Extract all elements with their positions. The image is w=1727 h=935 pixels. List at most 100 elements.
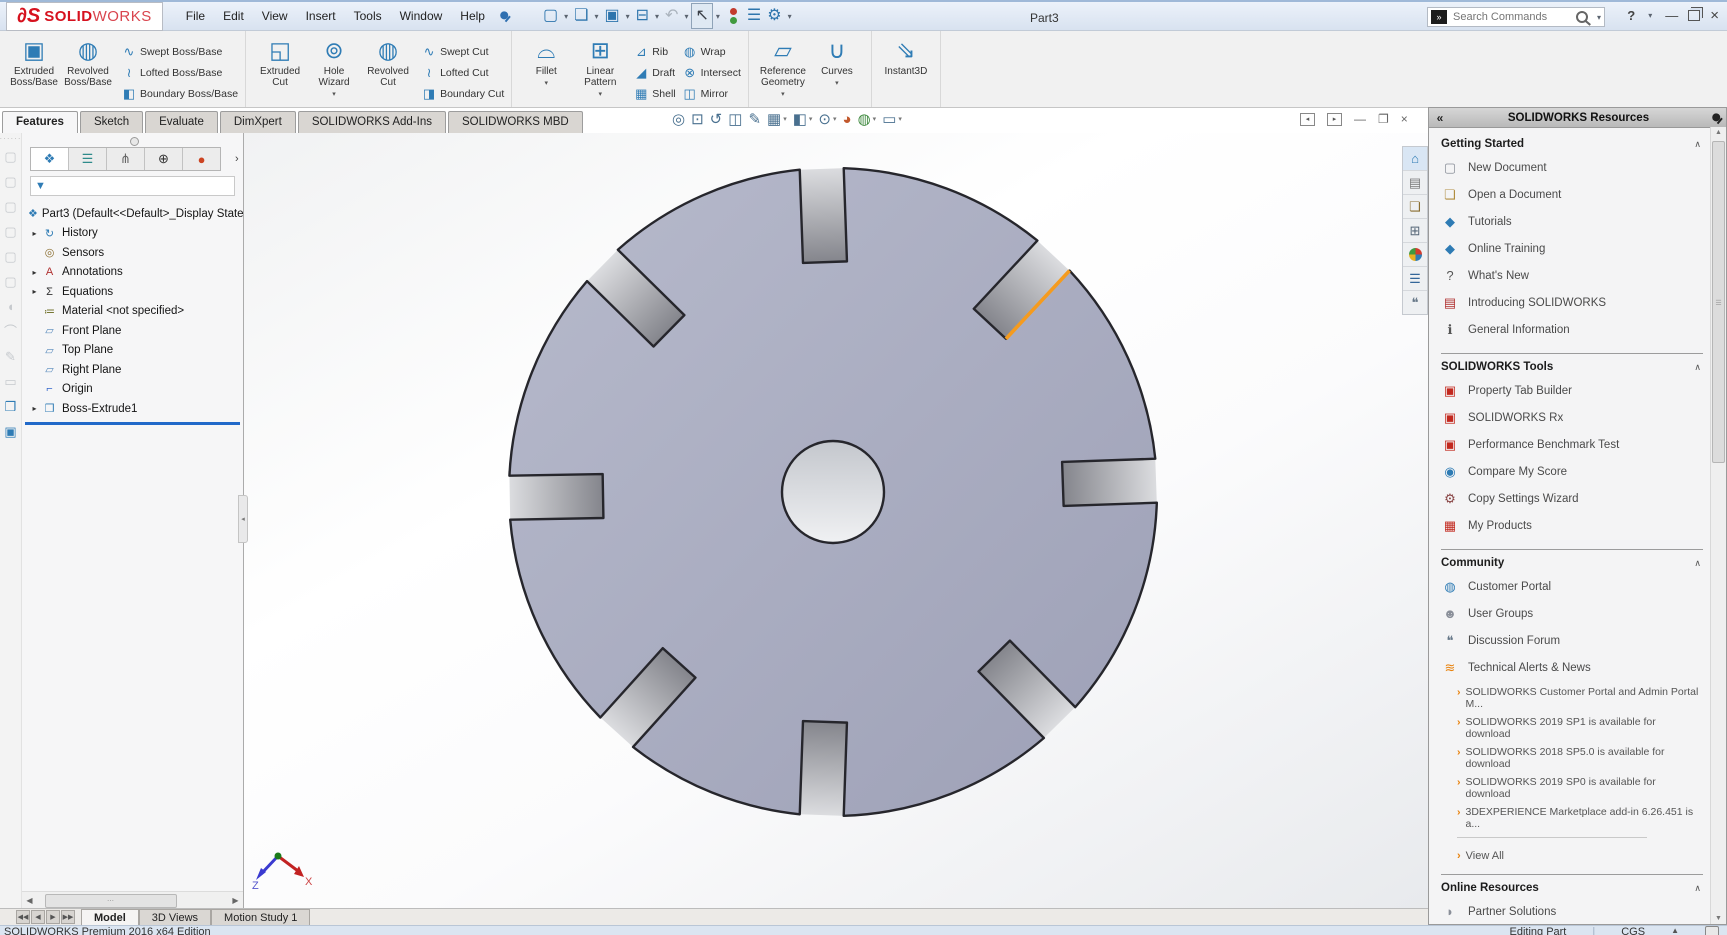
display-manager-tab[interactable]: ● (183, 148, 220, 170)
section-view-button[interactable]: ◫ (728, 110, 742, 128)
tree-item-annotations[interactable]: ▸ A Annotations (22, 263, 243, 283)
help-dropdown-caret[interactable]: ▾ (1645, 11, 1655, 20)
display-style-button[interactable]: ◧ ▾ (793, 110, 813, 128)
search-commands-box[interactable]: » ▾ (1427, 7, 1605, 27)
partner-solutions-link[interactable]: ◗ Partner Solutions (1441, 898, 1707, 924)
print-button[interactable]: ⊟ (633, 4, 652, 28)
menu-insert[interactable]: Insert (297, 5, 345, 27)
expand-arrow-icon[interactable]: ▸ (28, 287, 41, 296)
close-button[interactable]: × (1710, 7, 1719, 24)
menu-window[interactable]: Window (391, 5, 452, 27)
introducing-solidworks-link[interactable]: ▤ Introducing SOLIDWORKS (1441, 289, 1707, 316)
undo-dropdown-caret[interactable]: ▾ (681, 12, 691, 21)
extruded-cut-button[interactable]: ◱ Extruded Cut (253, 33, 307, 88)
revolved-boss-base-button[interactable]: ◍ Revolved Boss/Base (61, 33, 115, 88)
performance-benchmark-test-link[interactable]: ▣ Performance Benchmark Test (1441, 431, 1707, 458)
forum-tab[interactable]: ❝ (1403, 291, 1427, 314)
triad-origin-dot[interactable] (274, 852, 282, 860)
part-cube-icon[interactable]: ❒ (5, 394, 17, 419)
collapse-section-icon[interactable]: ∧ (1694, 139, 1701, 150)
tutorials-link[interactable]: ◆ Tutorials (1441, 208, 1707, 235)
design-library-tab[interactable]: ▤ (1403, 171, 1427, 195)
news-link[interactable]: › SOLIDWORKS 2018 SP5.0 is available for … (1457, 743, 1707, 773)
tag-icon[interactable] (1705, 926, 1719, 935)
online-training-link[interactable]: ◆ Online Training (1441, 235, 1707, 262)
view-settings-button[interactable]: ▭ ▾ (882, 110, 902, 128)
tree-horizontal-scrollbar[interactable]: ◀ ⋯ ▶ (22, 891, 243, 908)
linear-pattern-dropdown-caret[interactable]: ▾ (599, 90, 603, 98)
expand-arrow-icon[interactable]: ▸ (28, 268, 41, 277)
shell-button[interactable]: ▦ Shell (632, 83, 676, 104)
hole-wizard-button[interactable]: ⊚ Hole Wizard ▾ (307, 33, 361, 98)
news-link[interactable]: › SOLIDWORKS 2019 SP0 is available for do… (1457, 773, 1707, 803)
solidworks-resources-tab[interactable]: ⌂ (1403, 147, 1427, 171)
graphics-viewport[interactable]: ZX (244, 133, 1428, 908)
slot-cut-face[interactable] (1062, 458, 1157, 506)
what-s-new-link[interactable]: ? What's New (1441, 262, 1707, 289)
compare-my-score-link[interactable]: ◉ Compare My Score (1441, 458, 1707, 485)
menu-help[interactable]: Help (451, 5, 494, 27)
wrap-button[interactable]: ◍ Wrap (681, 41, 741, 62)
curves-dropdown-caret[interactable]: ▾ (835, 79, 839, 87)
previous-window-button[interactable]: ◂ (1300, 112, 1315, 126)
task-pane-scrollbar[interactable]: ▲ ☰ ▼ (1710, 127, 1726, 924)
pin-pane-icon[interactable] (1706, 109, 1726, 127)
collapse-pane-button[interactable]: « (1429, 111, 1451, 125)
menu-tools[interactable]: Tools (345, 5, 391, 27)
linear-pattern-button[interactable]: ⊞ Linear Pattern ▾ (573, 33, 627, 98)
menu-view[interactable]: View (253, 5, 297, 27)
scroll-up-arrow[interactable]: ▲ (1711, 129, 1726, 136)
select-button[interactable]: ↖ (691, 3, 713, 29)
tree-item-history[interactable]: ▸ ↻ History (22, 224, 243, 244)
next-window-button[interactable]: ▸ (1327, 112, 1342, 126)
triad-z-label[interactable]: Z (252, 880, 259, 892)
view-palette-tab[interactable]: ⊞ (1403, 219, 1427, 243)
tree-item-origin[interactable]: ⌐ Origin (22, 380, 243, 400)
restore-document-button[interactable]: ❐ (1378, 112, 1389, 126)
tree-item-front[interactable]: ▱ Front Plane (22, 321, 243, 341)
lofted-cut-button[interactable]: ≀ Lofted Cut (420, 62, 504, 83)
reference-geometry-dropdown-caret[interactable]: ▾ (781, 90, 785, 98)
view-cube-icon[interactable]: ▢ (4, 194, 16, 219)
view-cube-icon[interactable]: ▢ (4, 269, 16, 294)
draft-button[interactable]: ◢ Draft (632, 62, 675, 83)
my-products-link[interactable]: ▦ My Products (1441, 512, 1707, 539)
search-dropdown-caret[interactable]: ▾ (1594, 13, 1604, 22)
help-button[interactable]: ? (1627, 8, 1635, 23)
tree-item-right[interactable]: ▱ Right Plane (22, 360, 243, 380)
view-settings-dropdown-caret[interactable]: ▾ (898, 115, 902, 123)
configuration-manager-tab[interactable]: ⋔ (107, 148, 145, 170)
units-value[interactable]: CGS (1621, 926, 1645, 935)
units-dropdown-caret[interactable]: ▲ (1671, 926, 1679, 935)
zoom-to-fit-button[interactable]: ◎ (672, 110, 685, 128)
solidworks-rx-link[interactable]: ▣ SOLIDWORKS Rx (1441, 404, 1707, 431)
view-cube-icon[interactable]: ▢ (4, 219, 16, 244)
view-all-link[interactable]: › View All (1441, 842, 1707, 864)
swept-boss-base-button[interactable]: ∿ Swept Boss/Base (120, 41, 238, 62)
scroll-right-arrow[interactable]: ▶ (228, 896, 243, 905)
intersect-button[interactable]: ⊗ Intersect (681, 62, 741, 83)
scroll-thumb[interactable]: ⋯ (45, 894, 177, 908)
pin-menu-icon[interactable] (492, 3, 517, 28)
open-document-dropdown-caret[interactable]: ▾ (591, 12, 601, 21)
file-properties-button[interactable]: ☰ (744, 4, 764, 28)
screen-monitor-icon[interactable]: ▭ (4, 369, 16, 394)
menu-file[interactable]: File (177, 5, 214, 27)
general-information-link[interactable]: ℹ General Information (1441, 316, 1707, 343)
shaded-view-icon[interactable]: ◖ (7, 294, 15, 319)
panel-collapse-handle[interactable]: ◂ (238, 495, 248, 543)
slot-cut-face[interactable] (799, 721, 847, 816)
tree-root-item[interactable]: ❖ Part3 (Default<<Default>_Display State (22, 204, 243, 224)
property-manager-tab[interactable]: ☰ (69, 148, 107, 170)
user-groups-link[interactable]: ☻ User Groups (1441, 600, 1707, 627)
tab-solidworks-add-ins[interactable]: SOLIDWORKS Add-Ins (297, 111, 446, 133)
minimize-button[interactable]: — (1665, 8, 1678, 23)
expand-arrow-icon[interactable]: ▸ (28, 229, 41, 238)
tree-item-equations[interactable]: ▸ Σ Equations (22, 282, 243, 302)
open-document-button[interactable]: ❏ (571, 4, 591, 28)
appearances-scenes-tab[interactable] (1403, 243, 1427, 267)
model-canvas[interactable]: ZX (244, 133, 1428, 908)
hole-wizard-dropdown-caret[interactable]: ▾ (332, 90, 336, 98)
discussion-forum-link[interactable]: ❝ Discussion Forum (1441, 627, 1707, 654)
triad-x-label[interactable]: X (305, 876, 313, 888)
